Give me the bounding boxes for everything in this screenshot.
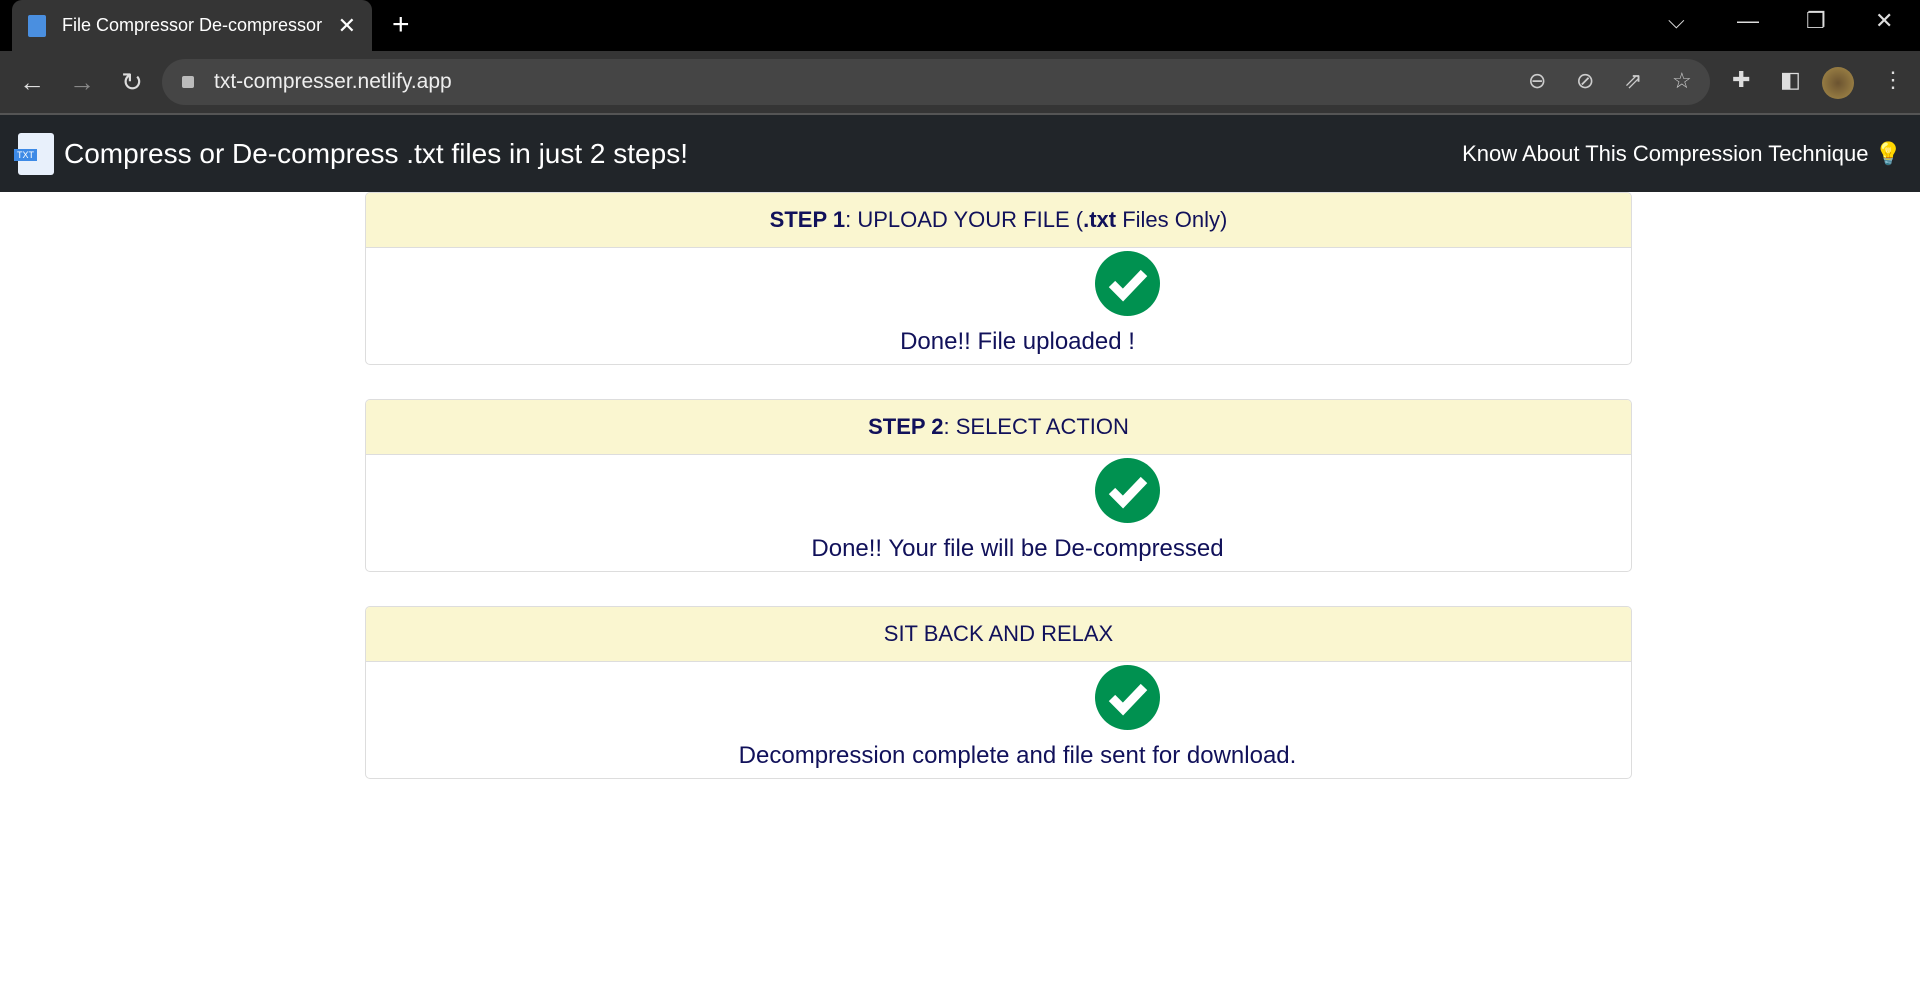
step-3-card: SIT BACK AND RELAX Decompression complet… [365, 606, 1632, 779]
step-label: STEP 2 [868, 414, 944, 439]
status-message: Done!! Your file will be De-compressed [811, 535, 1224, 562]
status-message: Done!! File uploaded ! [900, 328, 1135, 355]
check-circle-icon [1095, 665, 1160, 730]
step-label: STEP 1 [769, 207, 846, 232]
step-2-card: STEP 2: SELECT ACTION Done!! Your file w… [365, 399, 1632, 572]
url-text: txt-compresser.netlify.app [214, 70, 452, 93]
close-tab-icon[interactable]: ✕ [338, 13, 356, 39]
step-text: SIT BACK AND RELAX [883, 621, 1114, 646]
card-header: STEP 2: SELECT ACTION [366, 400, 1631, 455]
check-circle-icon [1095, 251, 1160, 316]
avatar[interactable] [1822, 67, 1854, 99]
minimize-icon[interactable]: — [1737, 8, 1759, 34]
zoom-out-icon[interactable]: ⊖ [1528, 68, 1546, 94]
step-text: : UPLOAD YOUR FILE ( [845, 207, 1084, 232]
step-1-card: STEP 1: UPLOAD YOUR FILE (.txt Files Onl… [365, 192, 1632, 365]
extensions-icon[interactable]: ✚ [1732, 67, 1750, 93]
file-ext: .txt [1083, 207, 1117, 232]
menu-icon[interactable]: ⋮ [1882, 67, 1904, 93]
restore-icon[interactable]: ❐ [1806, 8, 1826, 34]
back-icon[interactable]: ← [8, 67, 56, 98]
tab-title: File Compressor De-compressor [62, 15, 323, 35]
txt-file-logo-icon: TXT [14, 132, 54, 175]
reload-icon[interactable]: ↻ [108, 67, 156, 98]
card-header: STEP 1: UPLOAD YOUR FILE (.txt Files Onl… [366, 193, 1631, 248]
address-bar[interactable]: txt-compresser.netlify.app ⊖ ⊘ ⇗ ☆ [162, 59, 1710, 105]
status-message: Decompression complete and file sent for… [738, 742, 1297, 769]
lock-icon[interactable] [182, 76, 194, 88]
logo-text: TXT [14, 148, 37, 161]
compression-info-link[interactable]: Know About This Compression Technique 💡 [1462, 141, 1902, 167]
step-text-end: Files Only) [1116, 207, 1228, 232]
share-icon[interactable]: ⇗ [1624, 68, 1642, 94]
browser-toolbar: ← → ↻ txt-compresser.netlify.app ⊖ ⊘ ⇗ ☆… [0, 51, 1920, 115]
app-navbar: TXT Compress or De-compress .txt files i… [0, 115, 1920, 192]
eye-off-icon[interactable]: ⊘ [1576, 68, 1594, 94]
new-tab-icon[interactable]: + [392, 8, 410, 42]
card-header: SIT BACK AND RELAX [366, 607, 1631, 662]
check-circle-icon [1095, 458, 1160, 523]
close-window-icon[interactable]: ✕ [1875, 8, 1893, 34]
tab-search-icon[interactable]: ⌵ [1668, 8, 1685, 34]
side-panel-icon[interactable]: ◧ [1780, 67, 1801, 93]
forward-icon[interactable]: → [58, 67, 106, 98]
tab-strip: File Compressor De-compressor ✕ + ⌵ — ❐ … [0, 0, 1920, 51]
star-icon[interactable]: ☆ [1672, 68, 1692, 94]
step-text: : SELECT ACTION [943, 414, 1129, 439]
app-title: Compress or De-compress .txt files in ju… [64, 137, 688, 169]
browser-tab[interactable]: File Compressor De-compressor ✕ [12, 0, 372, 51]
txt-file-icon [28, 14, 46, 37]
